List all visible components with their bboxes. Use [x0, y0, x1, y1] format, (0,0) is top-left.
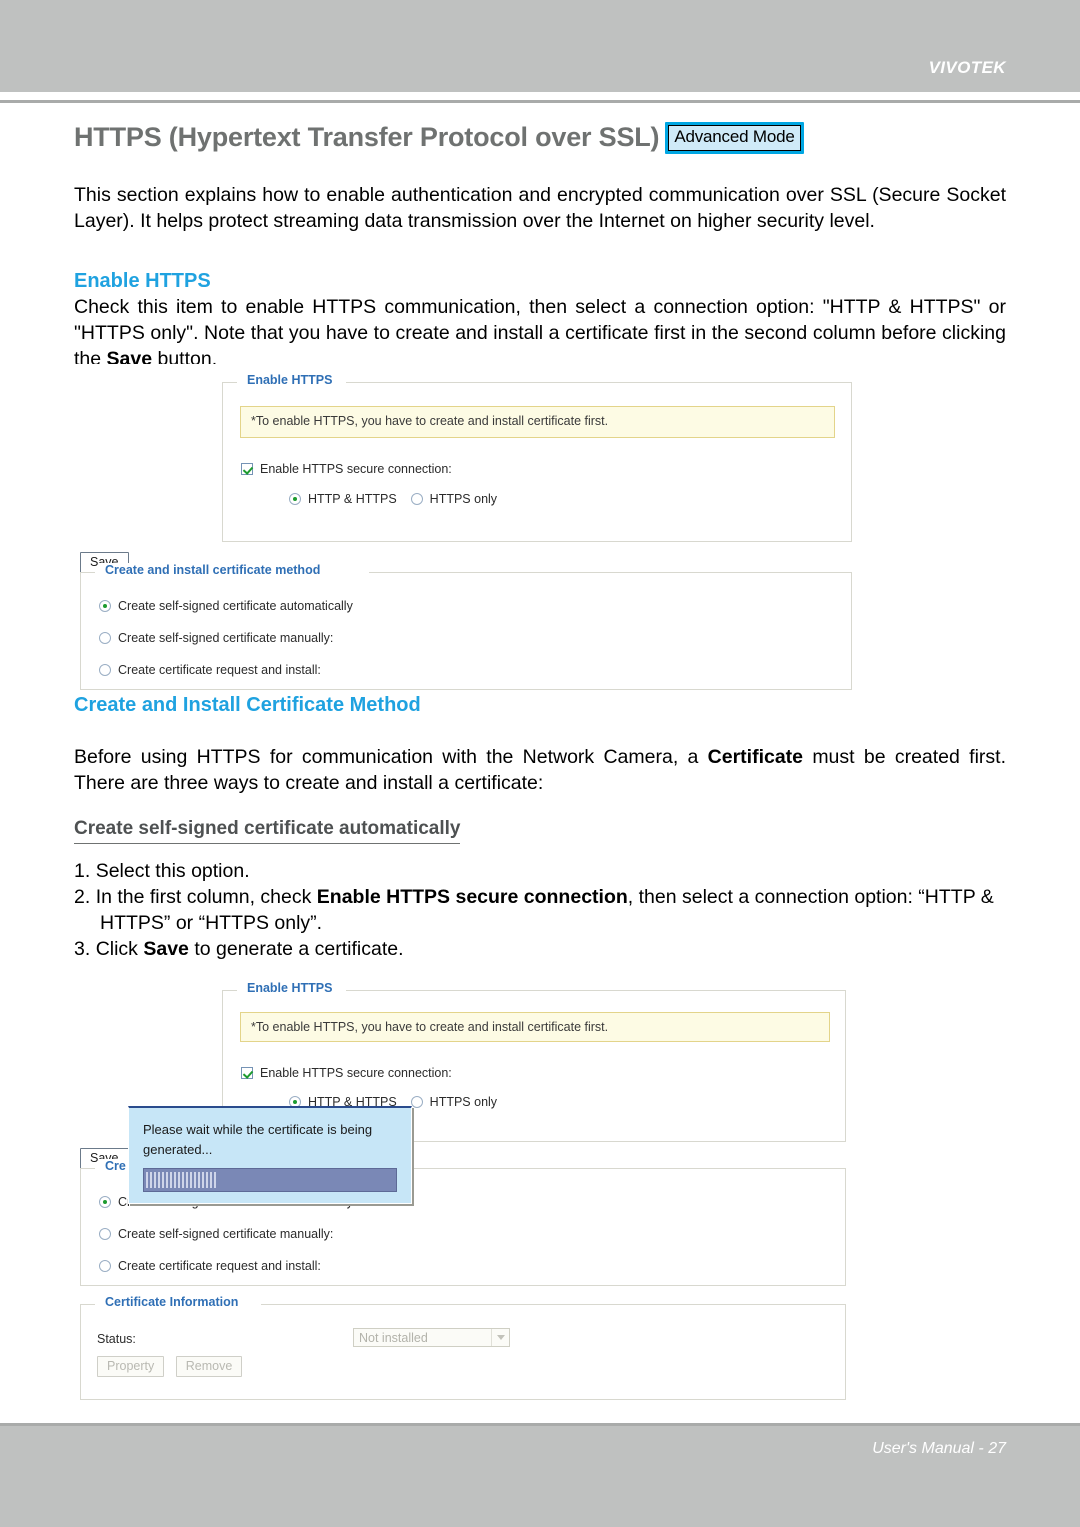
s1-certificate-method-legend: Create and install certificate method [99, 563, 327, 577]
step-1-number: 1. [74, 860, 91, 882]
s2-status-label: Status: [97, 1332, 136, 1346]
s2-certificate-information-fieldset: Certificate Information Status: Not inst… [80, 1295, 846, 1400]
intro-paragraph: This section explains how to enable auth… [74, 184, 1006, 232]
s2-radio-create-manual-label: Create self-signed certificate manually: [118, 1227, 334, 1241]
step-2-text-a: In the first column, check [95, 886, 317, 908]
screenshot-two: Enable HTTPS *To enable HTTPS, you have … [74, 976, 1006, 1406]
s2-status-select-value: Not installed [359, 1330, 428, 1345]
header-divider [0, 100, 1080, 103]
s2-certificate-method-legend: Cre [99, 1159, 132, 1173]
enable-https-heading: Enable HTTPS [74, 270, 211, 292]
progress-bar-fill [146, 1172, 218, 1188]
step-item-1: 1. Select this option. [74, 858, 1006, 884]
s1-enable-https-checkbox[interactable] [241, 463, 253, 475]
step-3-bold: Save [143, 938, 189, 960]
create-auto-subheading: Create self-signed certificate automatic… [74, 816, 461, 844]
enable-https-paragraph: Check this item to enable HTTPS communic… [74, 296, 1006, 370]
s2-radio-create-auto[interactable] [99, 1196, 111, 1208]
s2-radio-create-request-label: Create certificate request and install: [118, 1259, 321, 1273]
step-3-text-b: to generate a certificate. [188, 938, 404, 960]
s2-cert-radio-row-request[interactable]: Create certificate request and install: [99, 1259, 321, 1273]
s2-radio-create-request[interactable] [99, 1260, 111, 1272]
s2-remove-button[interactable]: Remove [175, 1356, 243, 1377]
s1-radio-create-manual-label: Create self-signed certificate manually: [118, 631, 334, 645]
s1-cert-radio-row-auto[interactable]: Create self-signed certificate automatic… [99, 599, 353, 613]
footer-page-label: User's Manual - 27 [872, 1440, 1006, 1457]
s2-notice-box: *To enable HTTPS, you have to create and… [240, 1012, 830, 1042]
s2-cert-radio-row-manual[interactable]: Create self-signed certificate manually: [99, 1227, 333, 1241]
s2-status-select[interactable]: Not installed [353, 1328, 510, 1347]
s1-radio-create-auto[interactable] [99, 600, 111, 612]
s2-radio-https-only-label: HTTPS only [429, 1095, 498, 1109]
s2-enable-https-legend: Enable HTTPS [241, 981, 339, 995]
s2-enable-https-checkbox-label: Enable HTTPS secure connection: [260, 1066, 452, 1080]
s1-radio-http-and-https-label: HTTP & HTTPS [308, 492, 397, 506]
s2-radio-create-manual[interactable] [99, 1228, 111, 1240]
s1-enable-https-legend: Enable HTTPS [241, 373, 339, 387]
page-title: HTTPS (Hypertext Transfer Protocol over … [74, 118, 1006, 156]
s2-radio-https-only[interactable] [410, 1096, 423, 1108]
create-install-paragraph: Before using HTTPS for communication wit… [74, 744, 1006, 796]
s1-radio-create-auto-label: Create self-signed certificate automatic… [118, 599, 353, 613]
cip-bold: Certificate [707, 746, 804, 768]
s1-connection-option-row[interactable]: HTTP & HTTPS HTTPS only [289, 492, 497, 506]
advanced-mode-badge[interactable]: Advanced Mode [665, 122, 804, 154]
s1-enable-https-fieldset: Enable HTTPS *To enable HTTPS, you have … [222, 373, 852, 542]
s1-radio-create-request-label: Create certificate request and install: [118, 663, 321, 677]
step-3-text-a: Click [95, 938, 144, 960]
chevron-down-icon [491, 1329, 509, 1346]
s2-property-button[interactable]: Property [97, 1356, 165, 1377]
progress-bar [143, 1168, 397, 1192]
page-header-bar [0, 0, 1080, 92]
s1-cert-radio-row-manual[interactable]: Create self-signed certificate manually: [99, 631, 333, 645]
cip-part1: Before using HTTPS for communication wit… [74, 746, 708, 768]
create-auto-steps: 1. Select this option. 2. In the first c… [74, 858, 1006, 962]
s1-certificate-method-fieldset: Create and install certificate method Cr… [80, 563, 852, 690]
step-item-2: 2. In the first column, check Enable HTT… [74, 884, 1006, 936]
step-3-number: 3. [74, 938, 91, 960]
s1-radio-create-request[interactable] [99, 664, 111, 676]
step-item-3: 3. Click Save to generate a certificate. [74, 936, 1006, 962]
step-2-number: 2. [74, 886, 91, 908]
step-1-text: Select this option. [95, 860, 250, 882]
s1-radio-https-only[interactable] [410, 493, 423, 505]
s1-cert-radio-row-request[interactable]: Create certificate request and install: [99, 663, 321, 677]
create-install-heading: Create and Install Certificate Method [74, 694, 421, 716]
s1-notice-box: *To enable HTTPS, you have to create and… [240, 406, 835, 438]
progress-dialog-message-line2: generated... [143, 1142, 213, 1157]
s1-enable-https-checkbox-row[interactable]: Enable HTTPS secure connection: [241, 462, 452, 476]
s1-radio-create-manual[interactable] [99, 632, 111, 644]
advanced-mode-badge-label: Advanced Mode [668, 125, 801, 151]
progress-dialog-message-line1: Please wait while the certificate is bei… [143, 1122, 373, 1137]
document-content: HTTPS (Hypertext Transfer Protocol over … [74, 118, 1006, 1406]
screenshot-one: Enable HTTPS *To enable HTTPS, you have … [74, 364, 1006, 694]
s2-certificate-information-legend: Certificate Information [99, 1295, 245, 1309]
s1-radio-https-only-label: HTTPS only [429, 492, 498, 506]
page-title-text: HTTPS (Hypertext Transfer Protocol over … [74, 122, 660, 152]
s2-enable-https-checkbox[interactable] [241, 1067, 253, 1079]
step-2-bold: Enable HTTPS secure connection [316, 886, 628, 908]
progress-dialog: Please wait while the certificate is bei… [128, 1106, 412, 1204]
brand-logo: VIVOTEK [928, 58, 1006, 77]
s1-radio-http-and-https[interactable] [289, 493, 301, 505]
s1-enable-https-checkbox-label: Enable HTTPS secure connection: [260, 462, 452, 476]
s2-enable-https-checkbox-row[interactable]: Enable HTTPS secure connection: [241, 1066, 452, 1080]
